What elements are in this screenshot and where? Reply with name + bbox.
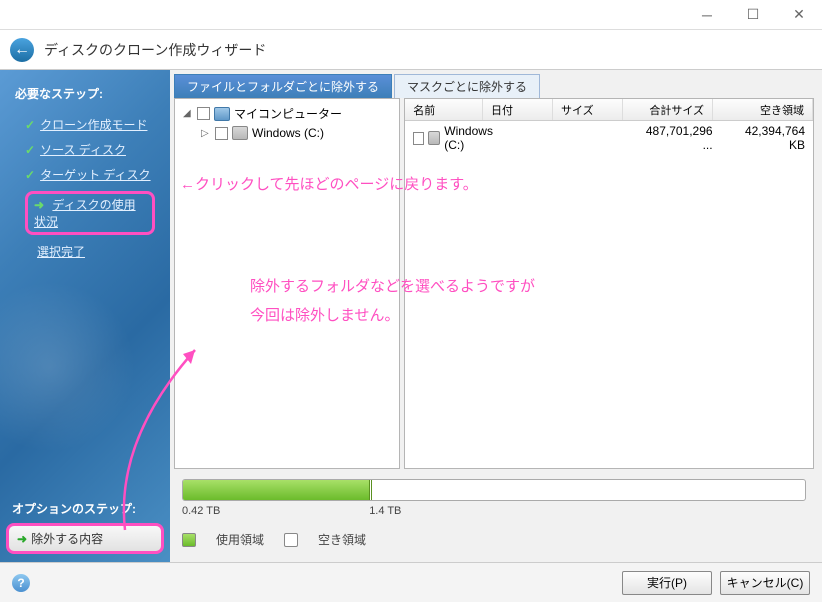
- arrow-icon: ➜: [17, 532, 27, 546]
- computer-icon: [214, 107, 230, 121]
- checkbox[interactable]: [215, 127, 228, 140]
- sidebar-item-target-disk[interactable]: ✓ ターゲット ディスク: [0, 162, 170, 187]
- sidebar-item-label: 選択完了: [37, 243, 85, 260]
- execute-button[interactable]: 実行(P): [622, 571, 712, 595]
- col-date[interactable]: 日付: [483, 99, 553, 120]
- check-icon: ✓: [25, 168, 35, 182]
- legend-free-label: 空き領域: [318, 531, 366, 548]
- tab-exclude-by-file[interactable]: ファイルとフォルダごとに除外する: [174, 74, 392, 98]
- cell-name: Windows (C:): [444, 124, 499, 152]
- sidebar-item-exclude-content[interactable]: ➜ 除外する内容: [6, 523, 164, 554]
- tree-panel: ◢ マイコンピューター ▷ Windows (C:): [174, 98, 400, 469]
- progress-used-label: 0.42 TB: [182, 505, 369, 517]
- sidebar-item-label: ディスクの使用状況: [34, 198, 136, 229]
- sidebar-item-source-disk[interactable]: ✓ ソース ディスク: [0, 137, 170, 162]
- content-area: ファイルとフォルダごとに除外する マスクごとに除外する ◢ マイコンピューター …: [170, 70, 822, 562]
- checkbox[interactable]: [197, 107, 210, 120]
- checkbox[interactable]: [413, 132, 423, 145]
- legend: 使用領域 空き領域: [174, 521, 814, 558]
- col-name[interactable]: 名前: [405, 99, 483, 120]
- sidebar-section-optional: オプションのステップ:: [0, 495, 170, 522]
- legend-used-icon: [182, 533, 196, 547]
- sidebar-item-label: クローン作成モード: [40, 116, 147, 133]
- cell-total: 487,701,296 ...: [637, 124, 720, 152]
- drive-icon: [232, 126, 248, 140]
- col-size[interactable]: サイズ: [553, 99, 623, 120]
- progress-fill: [183, 480, 370, 500]
- close-button[interactable]: ✕: [776, 0, 822, 30]
- tree-child[interactable]: ▷ Windows (C:): [179, 124, 395, 142]
- expander-icon[interactable]: ▷: [201, 128, 211, 139]
- col-free[interactable]: 空き領域: [713, 99, 813, 120]
- drive-icon: [428, 131, 441, 145]
- sidebar: 必要なステップ: ✓ クローン作成モード ✓ ソース ディスク ✓ ターゲット …: [0, 70, 170, 562]
- tree-label: マイコンピューター: [234, 105, 342, 122]
- sidebar-item-clone-mode[interactable]: ✓ クローン作成モード: [0, 112, 170, 137]
- tree-label: Windows (C:): [252, 126, 324, 140]
- grid-panel: 名前 日付 サイズ 合計サイズ 空き領域 Windows (C:): [404, 98, 814, 469]
- maximize-button[interactable]: ☐: [730, 0, 776, 30]
- check-icon: ✓: [25, 118, 35, 132]
- tab-exclude-by-mask[interactable]: マスクごとに除外する: [394, 74, 540, 98]
- sidebar-item-label: ソース ディスク: [40, 141, 126, 158]
- grid-header: 名前 日付 サイズ 合計サイズ 空き領域: [405, 99, 813, 121]
- back-button[interactable]: ←: [10, 38, 34, 62]
- progress-total-label: 1.4 TB: [369, 505, 401, 517]
- cell-free: 42,394,764 KB: [721, 124, 813, 152]
- cancel-button[interactable]: キャンセル(C): [720, 571, 810, 595]
- back-arrow-icon: ←: [14, 41, 30, 59]
- legend-used-label: 使用領域: [216, 531, 264, 548]
- sidebar-item-disk-usage[interactable]: ➜ ディスクの使用状況: [0, 187, 170, 239]
- tab-bar: ファイルとフォルダごとに除外する マスクごとに除外する: [174, 74, 814, 98]
- highlight-box: ➜ ディスクの使用状況: [25, 191, 155, 235]
- title-bar: ─ ☐ ✕: [0, 0, 822, 30]
- minimize-button[interactable]: ─: [684, 0, 730, 30]
- grid-row[interactable]: Windows (C:) 487,701,296 ... 42,394,764 …: [405, 121, 813, 155]
- help-button[interactable]: ?: [12, 574, 30, 592]
- sidebar-item-selection-done[interactable]: 選択完了: [0, 239, 170, 264]
- sidebar-item-label: ターゲット ディスク: [40, 166, 151, 183]
- col-total[interactable]: 合計サイズ: [623, 99, 713, 120]
- arrow-icon: ➜: [34, 198, 44, 212]
- progress-area: 0.42 TB 1.4 TB: [174, 469, 814, 521]
- sidebar-item-label: 除外する内容: [31, 530, 103, 547]
- window-title: ディスクのクローン作成ウィザード: [44, 40, 266, 60]
- header: ← ディスクのクローン作成ウィザード: [0, 30, 822, 70]
- footer: ? 実行(P) キャンセル(C): [0, 562, 822, 602]
- legend-free-icon: [284, 533, 298, 547]
- tree-root[interactable]: ◢ マイコンピューター: [179, 103, 395, 124]
- expander-icon[interactable]: ◢: [183, 108, 193, 119]
- sidebar-section-required: 必要なステップ:: [0, 80, 170, 107]
- progress-bar: [182, 479, 806, 501]
- check-icon: ✓: [25, 143, 35, 157]
